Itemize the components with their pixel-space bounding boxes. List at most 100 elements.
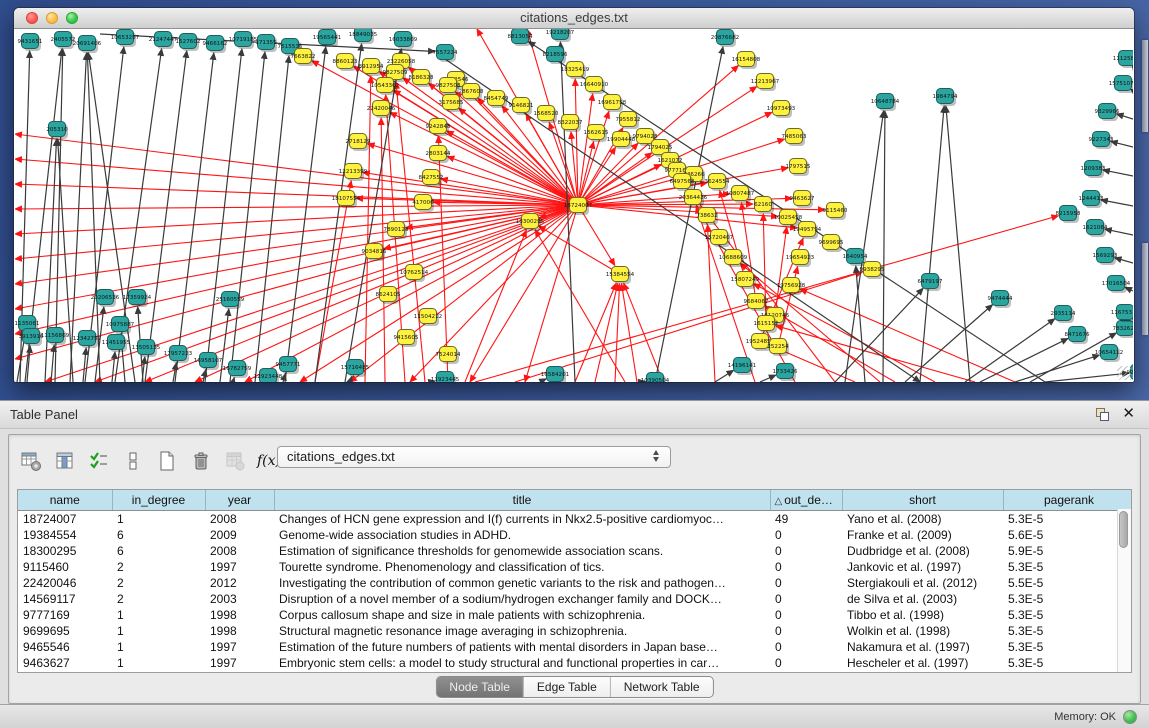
network-edge[interactable] — [845, 111, 884, 382]
network-node[interactable]: 25160559 — [216, 292, 245, 310]
network-node[interactable]: 9115460 — [823, 203, 848, 221]
network-node[interactable]: 22420046 — [367, 101, 396, 119]
network-node[interactable]: 1733426 — [773, 364, 798, 382]
tab-node-table[interactable]: Node Table — [436, 677, 523, 697]
network-edge[interactable] — [776, 326, 975, 382]
network-node[interactable]: 9463627 — [790, 191, 815, 209]
network-node[interactable]: 17016504 — [1102, 276, 1131, 294]
table-cell[interactable]: Jankovic et al. (1997) — [842, 559, 1003, 575]
network-node[interactable]: 7890123 — [384, 222, 409, 240]
network-node[interactable]: 9457771 — [276, 357, 301, 375]
network-node[interactable]: 8471676 — [1065, 327, 1090, 345]
network-node[interactable]: 8860123 — [333, 54, 358, 72]
column-header-out_de[interactable]: △out_de… — [770, 490, 842, 511]
network-node[interactable]: 18325419 — [561, 62, 590, 80]
table-cell[interactable]: 2 — [112, 591, 205, 607]
table-cell[interactable]: Changes of HCN gene expression and I(f) … — [274, 511, 770, 528]
network-edge[interactable] — [1111, 141, 1133, 147]
network-node[interactable]: 1527602 — [176, 34, 201, 52]
table-cell[interactable]: 18300295 — [18, 543, 112, 559]
network-edge[interactable] — [447, 131, 578, 205]
network-node[interactable]: 1797515 — [786, 159, 811, 177]
table-cell[interactable]: 5.5E-5 — [1003, 575, 1132, 591]
network-node[interactable]: 19654923 — [786, 250, 815, 268]
network-node[interactable]: 7524014 — [436, 347, 461, 365]
network-node[interactable]: 8454749 — [484, 91, 509, 109]
network-node[interactable]: 20691406 — [73, 36, 102, 54]
network-node[interactable]: 10975887 — [106, 317, 135, 335]
network-edge[interactable] — [45, 139, 57, 382]
network-edge[interactable] — [205, 49, 242, 382]
network-node[interactable]: 1621064 — [1083, 220, 1108, 238]
network-node[interactable]: 12923448 — [254, 369, 283, 383]
table-cell[interactable]: 2008 — [205, 543, 274, 559]
table-cell[interactable]: 5.3E-5 — [1003, 511, 1132, 528]
table-cell[interactable]: 1 — [112, 511, 205, 528]
close-panel-icon[interactable]: ✕ — [1122, 405, 1135, 423]
network-edge[interactable] — [980, 338, 1068, 382]
table-cell[interactable]: 5.9E-5 — [1003, 543, 1132, 559]
table-cell[interactable]: 5.3E-5 — [1003, 639, 1132, 655]
network-node[interactable]: 417006 — [412, 195, 434, 213]
network-edge[interactable] — [905, 305, 993, 382]
network-node[interactable]: 7955812 — [616, 112, 641, 130]
network-edge[interactable] — [595, 284, 618, 382]
network-node[interactable]: 171355 — [255, 35, 277, 53]
table-row[interactable]: 1872400712008Changes of HCN gene express… — [18, 511, 1132, 528]
table-cell[interactable]: 1997 — [205, 655, 274, 671]
table-cell[interactable]: 1 — [112, 607, 205, 623]
table-cell[interactable]: 1 — [112, 639, 205, 655]
table-scrollbar-thumb[interactable] — [1119, 511, 1128, 548]
table-cell[interactable]: 1998 — [205, 623, 274, 639]
network-node[interactable]: 12342757 — [73, 331, 102, 349]
network-node[interactable]: 9699695 — [819, 235, 844, 253]
network-node[interactable]: 16961758 — [598, 95, 627, 113]
table-cell[interactable]: Stergiakouli et al. (2012) — [842, 575, 1003, 591]
tab-network-table[interactable]: Network Table — [610, 677, 713, 697]
network-node[interactable]: 3624554 — [705, 174, 730, 192]
network-edge[interactable] — [707, 225, 715, 382]
network-node[interactable]: 10390504 — [641, 373, 670, 383]
table-cell[interactable]: 0 — [770, 543, 842, 559]
table-cell[interactable]: 49 — [770, 511, 842, 528]
network-node[interactable]: 16154808 — [732, 52, 761, 70]
table-cell[interactable]: 1998 — [205, 607, 274, 623]
network-view-window[interactable]: citations_edges.txt 94316512405572206914… — [14, 8, 1134, 382]
column-header-year[interactable]: year — [205, 490, 274, 511]
table-cell[interactable]: 0 — [770, 591, 842, 607]
network-node[interactable]: 13505135 — [132, 340, 161, 358]
table-cell[interactable]: 5.3E-5 — [1003, 559, 1132, 575]
table-cell[interactable]: 5.3E-5 — [1003, 591, 1132, 607]
table-cell[interactable]: Estimation of the future numbers of pati… — [274, 639, 770, 655]
network-node[interactable]: 19565441 — [313, 30, 342, 48]
table-cell[interactable]: 0 — [770, 623, 842, 639]
network-node[interactable]: 9431651 — [18, 34, 43, 52]
network-edge[interactable] — [112, 352, 115, 382]
network-edge[interactable] — [15, 205, 578, 234]
network-edge[interactable] — [285, 47, 326, 382]
network-edge[interactable] — [345, 49, 401, 382]
table-cell[interactable]: Tourette syndrome. Phenomenology and cla… — [274, 559, 770, 575]
table-cell[interactable]: Dudbridge et al. (2008) — [842, 543, 1003, 559]
table-cell[interactable]: Hescheler et al. (1997) — [842, 655, 1003, 671]
network-node[interactable]: 18849035 — [349, 29, 378, 44]
network-node[interactable]: 15751074 — [1109, 76, 1133, 94]
table-cell[interactable]: 9463627 — [18, 655, 112, 671]
network-node[interactable]: 10762514 — [400, 265, 429, 283]
table-cell[interactable]: 6 — [112, 543, 205, 559]
memory-status-indicator[interactable] — [1123, 710, 1137, 724]
network-node[interactable]: 9227343 — [1089, 132, 1114, 150]
table-row[interactable]: 1830029562008Estimation of significance … — [18, 543, 1132, 559]
network-node[interactable]: 2935114 — [1051, 306, 1076, 324]
network-edge[interactable] — [760, 375, 776, 382]
network-edge[interactable] — [856, 266, 865, 382]
network-edge[interactable] — [45, 205, 578, 382]
network-node[interactable]: 252254 — [767, 339, 789, 357]
table-cell[interactable]: Wolkin et al. (1998) — [842, 623, 1003, 639]
window-resize-grip[interactable] — [1117, 366, 1131, 380]
network-edge[interactable] — [946, 106, 970, 382]
table-row[interactable]: 1938455462009Genome-wide association stu… — [18, 527, 1132, 543]
network-edge[interactable] — [578, 94, 593, 205]
network-edge[interactable] — [51, 345, 54, 382]
column-header-short[interactable]: short — [842, 490, 1003, 511]
